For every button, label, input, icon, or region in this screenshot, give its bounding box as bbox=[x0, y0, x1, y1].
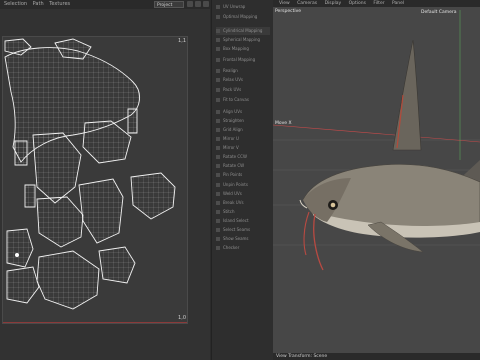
tool-icon bbox=[216, 192, 220, 196]
uv-corner-bottom: 1,0 bbox=[178, 315, 186, 321]
viewport-statusbar: View Transform: Scene bbox=[273, 353, 480, 360]
menu-textures[interactable]: Textures bbox=[49, 1, 70, 7]
tool-item[interactable]: Show Seams bbox=[216, 235, 270, 243]
tool-item[interactable]: Straighten bbox=[216, 117, 270, 125]
tool-icon bbox=[216, 246, 220, 250]
tool-icon bbox=[216, 210, 220, 214]
uv-tools-panel: UV Unwrap Optimal Mapping Cylindrical Ma… bbox=[211, 0, 274, 360]
uv-island-i bbox=[6, 228, 34, 268]
tool-icon bbox=[216, 201, 220, 205]
tool-item[interactable]: Pack UVs bbox=[216, 86, 270, 94]
uv-corner-top: 1,1 bbox=[178, 38, 186, 44]
uv-island-f bbox=[36, 196, 84, 248]
tool-icon bbox=[216, 146, 220, 150]
viewport-scene bbox=[273, 10, 480, 271]
tool-item[interactable]: Frontal Mapping bbox=[216, 56, 270, 64]
uv-island-c bbox=[82, 120, 132, 164]
tool-icon bbox=[216, 219, 220, 223]
tool-icon bbox=[216, 164, 220, 168]
uv-canvas[interactable]: 1,1 1,0 bbox=[2, 36, 188, 324]
menu-path[interactable]: Path bbox=[33, 1, 44, 7]
tool-item[interactable]: Mirror U bbox=[216, 135, 270, 143]
tool-icon bbox=[216, 29, 220, 33]
tool-icon bbox=[216, 137, 220, 141]
tool-icon bbox=[216, 237, 220, 241]
uv-bottom-edge bbox=[3, 322, 187, 323]
tool-icon bbox=[216, 38, 220, 42]
tool-item[interactable]: Stitch bbox=[216, 208, 270, 216]
uv-island-m bbox=[24, 184, 36, 208]
tool-item[interactable]: Mirror V bbox=[216, 144, 270, 152]
tool-item[interactable]: Unpin Points bbox=[216, 181, 270, 189]
tool-icon bbox=[216, 119, 220, 123]
uv-island-k bbox=[36, 250, 100, 310]
tool-icon bbox=[216, 58, 220, 62]
perspective-viewport[interactable]: View Cameras Display Options Filter Pane… bbox=[273, 0, 480, 360]
tool-icon bbox=[216, 78, 220, 82]
uv-editor-panel: Selection Path Textures Project 1,1 1,0 bbox=[0, 0, 210, 360]
uv-islands bbox=[4, 38, 176, 310]
tool-icon bbox=[216, 47, 220, 51]
menu-selection[interactable]: Selection bbox=[4, 1, 27, 7]
tool-item[interactable]: Rotate CCW bbox=[216, 153, 270, 161]
tool-item[interactable]: Align UVs bbox=[216, 108, 270, 116]
tool-icon bbox=[216, 183, 220, 187]
tool-item[interactable]: Fit to Canvas bbox=[216, 96, 270, 104]
uv-island-j bbox=[6, 266, 40, 304]
project-select[interactable]: Project bbox=[154, 1, 184, 8]
fish-model bbox=[299, 39, 480, 271]
tool-item[interactable]: Rotate CW bbox=[216, 162, 270, 170]
tool-item[interactable]: UV Unwrap bbox=[216, 3, 270, 11]
pin-icon[interactable] bbox=[187, 1, 193, 7]
tool-icon bbox=[216, 15, 220, 19]
tool-item[interactable]: Pin Points bbox=[216, 171, 270, 179]
tool-icon bbox=[216, 110, 220, 114]
tool-icon bbox=[216, 128, 220, 132]
settings-icon[interactable] bbox=[203, 1, 209, 7]
tool-item[interactable]: Weld UVs bbox=[216, 190, 270, 198]
uv-island-strip bbox=[127, 108, 138, 134]
uv-island-e bbox=[14, 140, 28, 166]
tool-item[interactable]: Break UVs bbox=[216, 199, 270, 207]
tool-item[interactable]: Box Mapping bbox=[216, 45, 270, 53]
x-axis-line bbox=[273, 124, 480, 143]
tool-icon bbox=[216, 173, 220, 177]
tool-icon bbox=[216, 155, 220, 159]
tool-icon bbox=[216, 5, 220, 9]
tool-item[interactable]: Select Seams bbox=[216, 226, 270, 234]
tool-item[interactable]: Relax UVs bbox=[216, 76, 270, 84]
uv-island-g bbox=[78, 178, 124, 244]
tool-item[interactable]: Optimal Mapping bbox=[216, 13, 270, 21]
tool-item[interactable]: Island Select bbox=[216, 217, 270, 225]
axis-label: Move X bbox=[275, 121, 292, 126]
tool-item[interactable]: Cylindrical Mapping bbox=[216, 27, 270, 35]
tool-icon bbox=[216, 98, 220, 102]
tool-icon bbox=[216, 228, 220, 232]
tool-item[interactable]: Spherical Mapping bbox=[216, 36, 270, 44]
tool-item[interactable]: Grid Align bbox=[216, 126, 270, 134]
uv-island-h bbox=[130, 172, 176, 220]
tool-icon bbox=[216, 88, 220, 92]
lock-icon[interactable] bbox=[195, 1, 201, 7]
tool-icon bbox=[216, 69, 220, 73]
tool-item[interactable]: Realign bbox=[216, 67, 270, 75]
uv-island-d bbox=[32, 132, 82, 204]
uv-island-l bbox=[98, 246, 136, 284]
tool-item[interactable]: Checker bbox=[216, 244, 270, 252]
